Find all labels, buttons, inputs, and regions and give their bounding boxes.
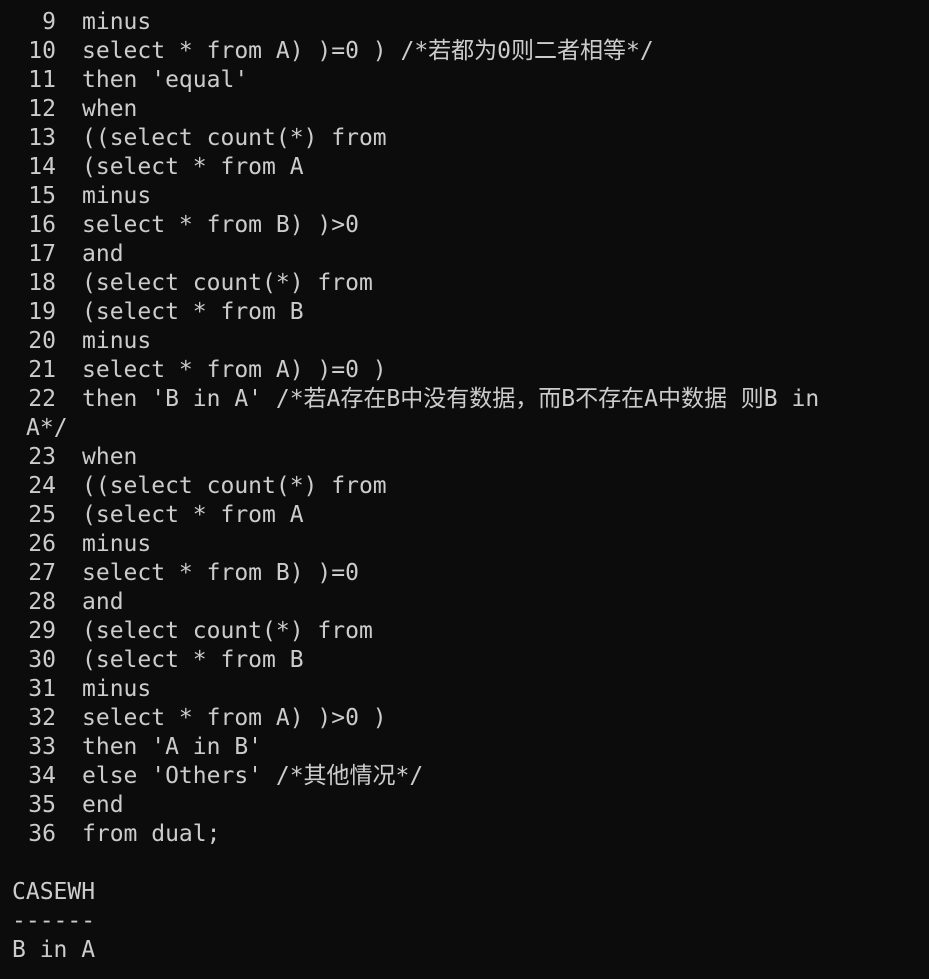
- sql-line-9: 9 minus: [0, 8, 929, 37]
- sql-line-36: 36 from dual;: [0, 820, 929, 849]
- line-number: 29: [28, 618, 56, 644]
- sql-line-22-wrap: A*/: [0, 414, 929, 443]
- result-separator: ------: [12, 908, 96, 934]
- sql-line-30: 30 (select * from B: [0, 646, 929, 675]
- line-number: 16: [28, 212, 56, 238]
- sql-code: select * from B) )=0: [82, 560, 359, 586]
- sql-line-24: 24 ((select count(*) from: [0, 472, 929, 501]
- line-number: 19: [28, 299, 56, 325]
- sql-code: minus: [82, 9, 152, 35]
- line-number: 23: [28, 444, 56, 470]
- sql-line-25: 25 (select * from A: [0, 501, 929, 530]
- sql-code: minus: [82, 328, 152, 354]
- line-number: 31: [28, 676, 56, 702]
- sql-code: when: [82, 444, 138, 470]
- sql-line-13: 13 ((select count(*) from: [0, 124, 929, 153]
- line-number: 11: [28, 67, 56, 93]
- line-number: 27: [28, 560, 56, 586]
- result-column-header: CASEWH: [12, 879, 96, 905]
- sql-code: select * from A) )>0 ): [82, 705, 387, 731]
- sql-code: minus: [82, 676, 152, 702]
- sql-code: (select * from A: [82, 502, 304, 528]
- sql-code: then 'equal': [82, 67, 249, 93]
- line-number: 9: [42, 9, 56, 35]
- line-number: 26: [28, 531, 56, 557]
- line-number: 36: [28, 821, 56, 847]
- sql-line-35: 35 end: [0, 791, 929, 820]
- sql-code: (select * from A: [82, 154, 304, 180]
- sql-code: then 'B in A' /*若A存在B中没有数据，而B不存在A中数据 则B …: [82, 386, 820, 412]
- sql-code-continuation: A*/: [26, 415, 68, 441]
- line-number: 21: [28, 357, 56, 383]
- line-number: 28: [28, 589, 56, 615]
- sql-line-27: 27 select * from B) )=0: [0, 559, 929, 588]
- sql-line-16: 16 select * from B) )>0: [0, 211, 929, 240]
- sql-line-32: 32 select * from A) )>0 ): [0, 704, 929, 733]
- line-number: 34: [28, 763, 56, 789]
- sql-line-33: 33 then 'A in B': [0, 733, 929, 762]
- sql-code: (select * from B: [82, 299, 304, 325]
- line-number: 24: [28, 473, 56, 499]
- sql-line-12: 12 when: [0, 95, 929, 124]
- line-number: 17: [28, 241, 56, 267]
- result-value: B in A: [12, 937, 96, 963]
- line-number: 13: [28, 125, 56, 151]
- line-number: 25: [28, 502, 56, 528]
- sql-line-26: 26 minus: [0, 530, 929, 559]
- sql-line-20: 20 minus: [0, 327, 929, 356]
- sql-line-17: 17 and: [0, 240, 929, 269]
- sql-code: select * from B) )>0: [82, 212, 359, 238]
- line-number: 33: [28, 734, 56, 760]
- sql-line-19: 19 (select * from B: [0, 298, 929, 327]
- sql-code: from dual;: [82, 821, 221, 847]
- sql-line-14: 14 (select * from A: [0, 153, 929, 182]
- sql-code: minus: [82, 183, 152, 209]
- sql-line-18: 18 (select count(*) from: [0, 269, 929, 298]
- sql-line-22: 22 then 'B in A' /*若A存在B中没有数据，而B不存在A中数据 则…: [0, 385, 929, 414]
- sql-code: (select count(*) from: [82, 270, 373, 296]
- line-number: 20: [28, 328, 56, 354]
- sql-line-10: 10 select * from A) )=0 ) /*若都为0则二者相等*/: [0, 37, 929, 66]
- line-number: 30: [28, 647, 56, 673]
- sql-line-31: 31 minus: [0, 675, 929, 704]
- sql-code: and: [82, 241, 124, 267]
- line-number: 22: [28, 386, 56, 412]
- line-number: 18: [28, 270, 56, 296]
- sql-line-11: 11 then 'equal': [0, 66, 929, 95]
- sql-code: when: [82, 96, 138, 122]
- line-number: 14: [28, 154, 56, 180]
- sql-code: select * from A) )=0 ) /*若都为0则二者相等*/: [82, 38, 654, 64]
- sql-code: (select count(*) from: [82, 618, 373, 644]
- line-number: 35: [28, 792, 56, 818]
- sql-line-15: 15 minus: [0, 182, 929, 211]
- line-number: 15: [28, 183, 56, 209]
- sql-line-28: 28 and: [0, 588, 929, 617]
- sql-code: end: [82, 792, 124, 818]
- terminal-window[interactable]: 9 minus 10 select * from A) )=0 ) /*若都为0则二…: [0, 0, 929, 979]
- sql-code: ((select count(*) from: [82, 473, 387, 499]
- sql-line-29: 29 (select count(*) from: [0, 617, 929, 646]
- line-number: 12: [28, 96, 56, 122]
- line-number: 10: [28, 38, 56, 64]
- line-number: 32: [28, 705, 56, 731]
- sql-code: else 'Others' /*其他情况*/: [82, 763, 424, 789]
- sql-code: and: [82, 589, 124, 615]
- sql-line-34: 34 else 'Others' /*其他情况*/: [0, 762, 929, 791]
- sql-code: minus: [82, 531, 152, 557]
- sql-code: ((select count(*) from: [82, 125, 387, 151]
- sql-code: then 'A in B': [82, 734, 263, 760]
- sql-code: (select * from B: [82, 647, 304, 673]
- sql-line-21: 21 select * from A) )=0 ): [0, 356, 929, 385]
- sql-line-23: 23 when: [0, 443, 929, 472]
- sql-code: select * from A) )=0 ): [82, 357, 387, 383]
